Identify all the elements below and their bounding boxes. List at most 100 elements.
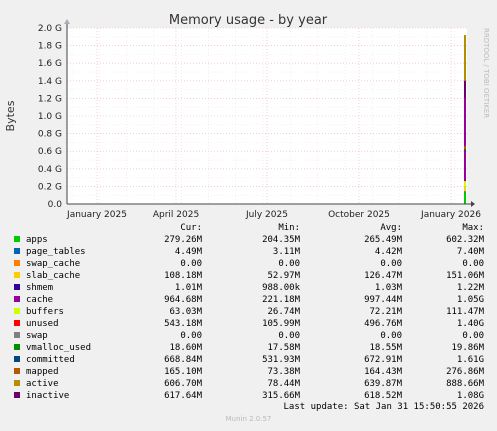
y-tick-label: 0.4 G (38, 165, 62, 175)
legend-max-value: 276.86M (446, 367, 484, 377)
x-axis-arrow (471, 201, 475, 207)
legend-series-name: slab_cache (26, 271, 81, 281)
legend-max-value: 1.61G (456, 355, 484, 365)
legend-avg-value: 997.44M (364, 295, 402, 305)
series-mark-mapped (464, 145, 466, 150)
legend-row: active 606.70M 78.44M 639.87M 888.66M (0, 378, 497, 390)
legend-max-value: 1.22M (456, 283, 484, 293)
legend-row: vmalloc_used 18.60M 17.58M 18.55M 19.86M (0, 342, 497, 354)
x-tick-label: January 2025 (66, 210, 127, 220)
legend-avg-value: 496.76M (364, 319, 402, 329)
legend-row: shmem 1.01M 988.00k 1.03M 1.22M (0, 282, 497, 294)
legend-row: page_tables 4.49M 3.11M 4.42M 7.40M (0, 246, 497, 258)
legend-cur-value: 108.18M (164, 271, 202, 281)
legend-series-name: page_tables (26, 247, 86, 257)
legend-max-value: 1.08G (456, 391, 484, 401)
legend-row: apps 279.26M 204.35M 265.49M 602.32M (0, 234, 497, 246)
legend-series-name: committed (26, 355, 75, 365)
legend-min-value: 0.00 (278, 259, 300, 269)
legend-avg-value: 618.52M (364, 391, 402, 401)
legend-cur-value: 4.49M (174, 247, 202, 257)
legend-row: swap_cache 0.00 0.00 0.00 0.00 (0, 258, 497, 270)
legend-min-value: 105.99M (262, 319, 300, 329)
legend-cur-value: 0.00 (180, 331, 202, 341)
legend-avg-value: 72.21M (369, 307, 402, 317)
legend-cur-value: 1.01M (174, 283, 202, 293)
y-tick-label: 1.6 G (38, 59, 62, 69)
legend-min-value: 73.38M (267, 367, 300, 377)
y-tick-label: 0.8 G (38, 130, 62, 140)
legend-cur-value: 279.26M (164, 235, 202, 245)
footer-version: Munin 2.0.57 (225, 415, 272, 423)
legend-max-value: 19.86M (451, 343, 484, 353)
legend-min-value: 0.00 (278, 331, 300, 341)
legend-cur-value: 63.03M (169, 307, 202, 317)
legend-series-name: cache (26, 295, 54, 305)
series-mark-buffers (464, 181, 466, 187)
legend-swatch (14, 320, 20, 326)
legend-avg-value: 0.00 (380, 259, 402, 269)
legend-avg-value: 4.42M (374, 247, 402, 257)
legend-min-value: 17.58M (267, 343, 300, 353)
header-avg: Avg: (380, 223, 402, 233)
legend-min-value: 315.66M (262, 391, 300, 401)
legend-avg-value: 1.03M (374, 283, 402, 293)
legend-swatch (14, 260, 20, 266)
legend-max-value: 0.00 (462, 331, 484, 341)
legend-max-value: 0.00 (462, 259, 484, 269)
legend-min-value: 26.74M (267, 307, 300, 317)
legend-swatch (14, 380, 20, 386)
x-tick-label: April 2025 (153, 210, 199, 220)
x-tick-label: January 2026 (420, 210, 481, 220)
legend-max-value: 111.47M (446, 307, 484, 317)
legend-header: Cur: Min: Avg: Max: (0, 222, 497, 234)
legend-max-value: 151.06M (446, 271, 484, 281)
legend-series-name: apps (26, 235, 48, 245)
memory-chart: 0.0 0.2 G 0.4 G 0.6 G 0.8 G 1.0 G 1.2 G 1.4 G 1.… (4, 13, 490, 220)
legend-min-value: 531.93M (262, 355, 300, 365)
series-mark-active (464, 35, 466, 86)
legend-min-value: 204.35M (262, 235, 300, 245)
y-axis-arrow (64, 19, 70, 24)
legend-series-name: mapped (26, 367, 59, 377)
y-axis-label: Bytes (4, 100, 17, 131)
legend-row: cache 964.68M 221.18M 997.44M 1.05G (0, 294, 497, 306)
legend-row: committed 668.84M 531.93M 672.91M 1.61G (0, 354, 497, 366)
legend-swatch (14, 272, 20, 278)
legend-swatch (14, 236, 20, 242)
last-update: Last update: Sat Jan 31 15:50:55 2026 (283, 402, 484, 412)
legend-cur-value: 18.60M (169, 343, 202, 353)
legend-avg-value: 126.47M (364, 271, 402, 281)
legend-swatch (14, 296, 20, 302)
legend-series-name: active (26, 379, 59, 389)
legend-cur-value: 617.64M (164, 391, 202, 401)
legend-avg-value: 265.49M (364, 235, 402, 245)
legend-row: slab_cache 108.18M 52.97M 126.47M 151.06M (0, 270, 497, 282)
legend-cur-value: 165.10M (164, 367, 202, 377)
y-tick-label: 1.8 G (38, 42, 62, 52)
legend-swatch (14, 356, 20, 362)
chart-title: Memory usage - by year (169, 13, 328, 28)
legend-series-name: vmalloc_used (26, 343, 92, 353)
legend-series-name: buffers (26, 307, 64, 317)
legend-series-name: inactive (26, 391, 70, 401)
legend-max-value: 602.32M (446, 235, 484, 245)
legend-avg-value: 639.87M (364, 379, 402, 389)
y-tick-label: 0.2 G (38, 182, 62, 192)
y-tick-label: 1.4 G (38, 77, 62, 87)
x-tick-label: October 2025 (328, 210, 390, 220)
legend-max-value: 888.66M (446, 379, 484, 389)
legend-row: mapped 165.10M 73.38M 164.43M 276.86M (0, 366, 497, 378)
y-tick-label: 1.0 G (38, 112, 62, 122)
legend-swatch (14, 308, 20, 314)
legend-cur-value: 606.70M (164, 379, 202, 389)
series-mark-inactive (464, 80, 466, 99)
legend-max-value: 1.05G (456, 295, 484, 305)
legend-min-value: 221.18M (262, 295, 300, 305)
legend-avg-value: 18.55M (369, 343, 402, 353)
legend-swatch (14, 368, 20, 374)
legend-series-name: unused (26, 319, 59, 329)
legend-min-value: 78.44M (267, 379, 300, 389)
legend-swatch (14, 392, 20, 398)
y-tick-label: 0.6 G (38, 147, 62, 157)
